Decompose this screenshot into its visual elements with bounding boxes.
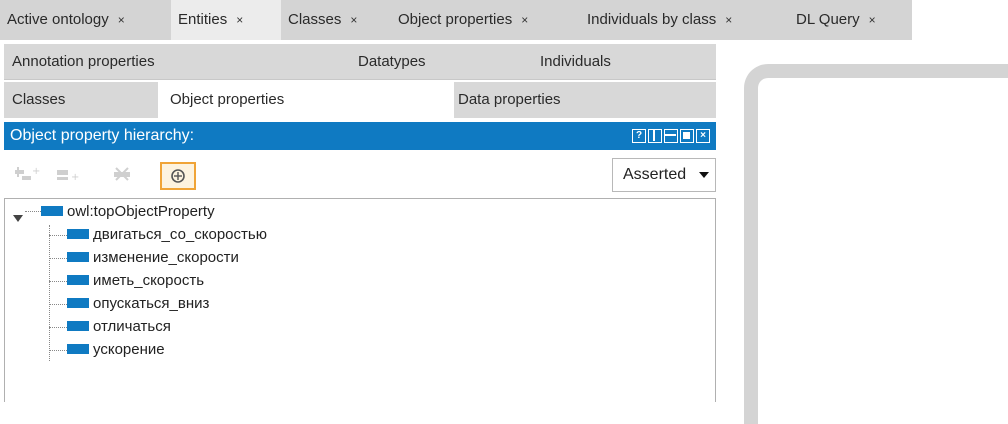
object-property-icon (67, 229, 89, 240)
entity-tab-row-1: Annotation properties Datatypes Individu… (4, 44, 716, 80)
object-property-icon (67, 275, 89, 286)
tab-object-properties[interactable]: Object properties × (391, 0, 528, 40)
entity-tab-row-2: Classes Object properties Data propertie… (4, 82, 716, 118)
expand-triangle-icon[interactable] (13, 215, 23, 222)
close-icon[interactable]: × (725, 13, 732, 27)
tree-node-label: двигаться_со_скоростью (93, 226, 267, 243)
help-icon[interactable]: ? (632, 129, 646, 143)
tree-node[interactable]: ускорение (67, 339, 165, 361)
property-tree: owl:topObjectProperty двигаться_со_скоро… (4, 198, 716, 402)
tree-node[interactable]: отличаться (67, 316, 171, 338)
close-icon[interactable]: × (696, 129, 710, 143)
tab-active-ontology[interactable]: Active ontology × (0, 0, 125, 40)
object-property-icon (67, 298, 89, 309)
tree-node-label: отличаться (93, 318, 171, 335)
tab-annotation-properties[interactable]: Annotation properties (12, 44, 155, 80)
maximize-icon[interactable] (680, 129, 694, 143)
add-sibling-property-icon[interactable]: + (56, 164, 82, 188)
tree-connector (49, 350, 67, 351)
tab-label: Individuals by class (587, 11, 717, 28)
hierarchy-title: Object property hierarchy: (10, 127, 195, 144)
tree-connector (49, 327, 67, 328)
close-icon[interactable]: × (236, 13, 243, 27)
add-sub-property-icon[interactable]: + (14, 164, 40, 188)
close-icon[interactable]: × (118, 13, 125, 27)
tab-individuals-by-class[interactable]: Individuals by class × (580, 0, 732, 40)
tree-node-label: изменение_скорости (93, 249, 239, 266)
object-property-icon (67, 252, 89, 263)
tree-node-label: owl:topObjectProperty (67, 203, 215, 220)
workspace-tab-bar: Active ontology × Entities × Classes × Obje… (0, 0, 1008, 40)
tree-node-label: опускаться_вниз (93, 295, 210, 312)
tree-node-label: ускорение (93, 341, 165, 358)
tab-label: Active ontology (7, 11, 109, 28)
delete-property-icon[interactable] (112, 164, 138, 188)
view-mode-select[interactable]: Asserted (612, 158, 716, 192)
chevron-down-icon (699, 172, 709, 178)
close-icon[interactable]: × (350, 13, 357, 27)
tree-connector (49, 225, 50, 361)
tab-label: Object properties (398, 11, 513, 28)
tab-individuals[interactable]: Individuals (540, 44, 611, 80)
view-mode-value: Asserted (623, 166, 687, 183)
hierarchy-header: Object property hierarchy: ? × (4, 122, 716, 150)
tree-connector (49, 258, 67, 259)
close-icon[interactable]: × (869, 13, 876, 27)
tab-data-properties[interactable]: Data properties (458, 82, 561, 118)
tree-connector (25, 211, 41, 212)
tab-datatypes[interactable]: Datatypes (358, 44, 426, 80)
tree-connector (49, 235, 67, 236)
tree-node-root[interactable]: owl:topObjectProperty (41, 201, 215, 223)
tab-entities[interactable]: Entities × (171, 0, 281, 40)
tree-node[interactable]: двигаться_со_скоростью (67, 224, 267, 246)
header-icons: ? × (632, 129, 710, 143)
tree-node[interactable]: опускаться_вниз (67, 293, 209, 315)
tab-label: Entities (178, 11, 228, 28)
tree-node-label: иметь_скорость (93, 272, 205, 289)
svg-text:+: + (71, 172, 79, 183)
tab-dl-query[interactable]: DL Query × (789, 0, 876, 40)
tab-classes-sub[interactable]: Classes (12, 82, 65, 118)
split-horizontal-icon[interactable] (664, 129, 678, 143)
right-empty-panel (744, 64, 1008, 424)
object-property-icon (67, 344, 89, 355)
object-property-icon (41, 206, 63, 217)
tab-label: DL Query (796, 11, 860, 28)
tree-connector (49, 281, 67, 282)
tab-classes[interactable]: Classes × (281, 0, 357, 40)
close-icon[interactable]: × (521, 13, 528, 27)
tree-connector (49, 304, 67, 305)
find-usage-icon[interactable] (160, 162, 196, 190)
split-vertical-icon[interactable] (648, 129, 662, 143)
tab-object-properties-sub[interactable]: Object properties (158, 82, 454, 118)
tab-label: Classes (288, 11, 342, 28)
tree-node[interactable]: изменение_скорости (67, 247, 239, 269)
hierarchy-toolbar: + + (4, 150, 716, 198)
entities-panel: Annotation properties Datatypes Individu… (4, 44, 716, 402)
object-property-icon (67, 321, 89, 332)
tree-node[interactable]: иметь_скорость (67, 270, 204, 292)
svg-text:+: + (32, 166, 40, 177)
